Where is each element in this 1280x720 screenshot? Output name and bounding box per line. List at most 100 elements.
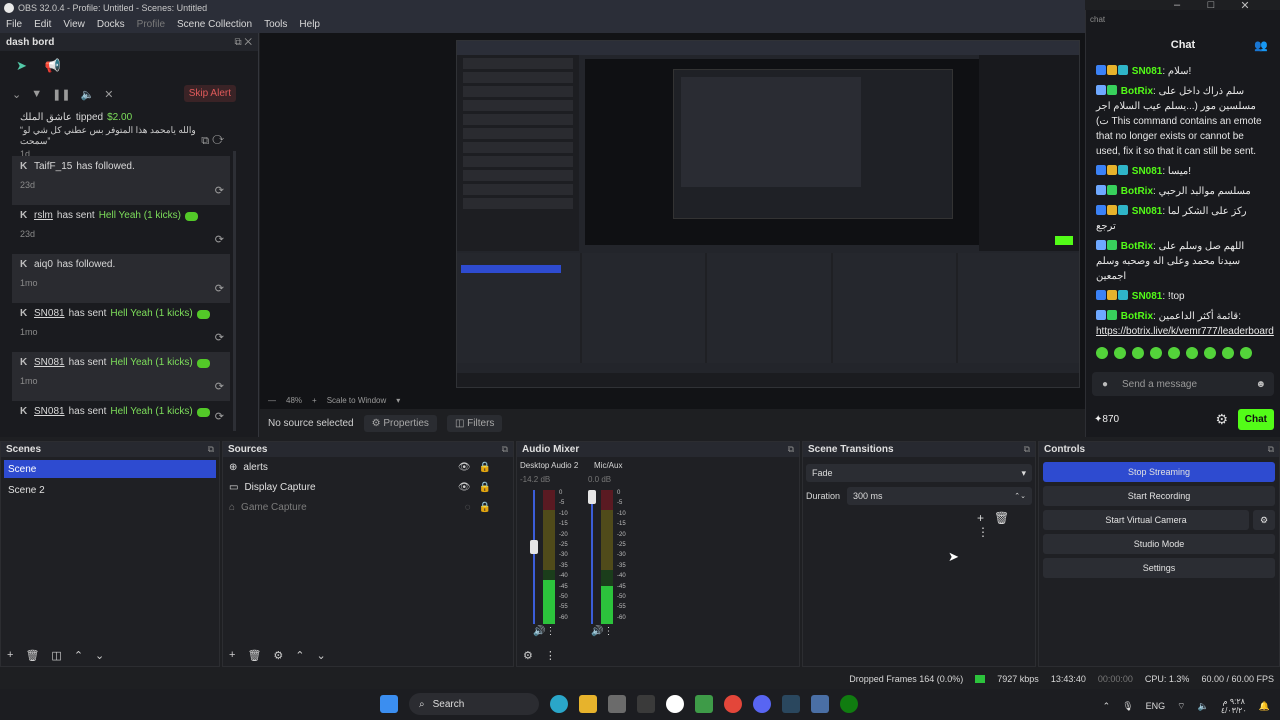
- megaphone-icon[interactable]: 📢: [45, 58, 61, 74]
- replay-icon[interactable]: ⟳: [215, 331, 224, 344]
- discord-icon[interactable]: [753, 695, 771, 713]
- speaker-icon[interactable]: 🔈: [1198, 701, 1209, 712]
- skip-alert-button[interactable]: Skip Alert: [183, 85, 236, 102]
- leaderboard-link[interactable]: https://botrix.live/k/vemr777/leaderboar…: [1096, 326, 1274, 337]
- app-icon[interactable]: [695, 695, 713, 713]
- xbox-icon[interactable]: [840, 695, 858, 713]
- scene-item[interactable]: Scene: [4, 460, 216, 478]
- menu-file[interactable]: File: [0, 19, 28, 30]
- notifications-icon[interactable]: 🔔: [1259, 701, 1270, 712]
- gear-icon[interactable]: ⚙: [1215, 411, 1228, 428]
- chat-input[interactable]: ● Send a message ☻: [1092, 372, 1274, 396]
- visibility-lock-icon[interactable]: 👁🔒: [458, 482, 499, 493]
- speaker-icon[interactable]: 🔊⋮: [591, 626, 613, 637]
- studio-mode-button[interactable]: Studio Mode: [1043, 534, 1275, 554]
- fader-knob[interactable]: [530, 540, 538, 554]
- scene-item[interactable]: Scene 2: [4, 481, 216, 499]
- edge-icon[interactable]: [550, 695, 568, 713]
- menu-docks[interactable]: Docks: [91, 19, 131, 30]
- properties-button[interactable]: ⚙ Properties: [363, 414, 437, 432]
- scale-mode[interactable]: Scale to Window: [327, 396, 387, 405]
- dock-close-icon[interactable]: ⧉ ✕: [234, 37, 252, 48]
- mixer-settings-icon[interactable]: ⚙: [523, 649, 533, 662]
- menu-edit[interactable]: Edit: [28, 19, 57, 30]
- dock-float-icon[interactable]: ⧉: [788, 444, 794, 455]
- tray-chevron-icon[interactable]: ⌃: [1103, 701, 1111, 712]
- add-icon[interactable]: +: [7, 649, 13, 661]
- filters-button[interactable]: ◫ Filters: [446, 414, 503, 432]
- dash-scrollbar[interactable]: [233, 151, 236, 431]
- gear-icon[interactable]: ⚙: [273, 649, 283, 662]
- filter-icon[interactable]: ◫: [51, 649, 61, 662]
- transition-select[interactable]: Fade ▾: [806, 464, 1032, 482]
- menu-profile[interactable]: Profile: [131, 19, 171, 30]
- start-virtual-camera-button[interactable]: Start Virtual Camera: [1043, 510, 1249, 530]
- filter-icon[interactable]: ▼: [31, 88, 42, 100]
- wifi-icon[interactable]: ⌔: [1177, 701, 1185, 712]
- down-icon[interactable]: ⌄: [95, 649, 104, 662]
- dock-float-icon[interactable]: ⧉: [1268, 444, 1274, 455]
- trash-icon[interactable]: 🗑: [25, 649, 39, 662]
- source-item[interactable]: ▭ Display Capture 👁🔒: [223, 477, 513, 497]
- users-icon[interactable]: 👥: [1254, 39, 1268, 52]
- emoji-icon[interactable]: ☻: [1255, 379, 1266, 390]
- mic-icon[interactable]: 🎙: [1122, 701, 1133, 712]
- volume-icon[interactable]: 🔈: [81, 88, 95, 101]
- virtual-camera-settings-icon[interactable]: ⚙: [1253, 510, 1275, 530]
- add-icon[interactable]: +: [229, 649, 235, 661]
- menu-scene-collection[interactable]: Scene Collection: [171, 19, 258, 30]
- steam-icon[interactable]: [782, 695, 800, 713]
- up-icon[interactable]: ⌃: [295, 649, 304, 662]
- menu-help[interactable]: Help: [293, 19, 326, 30]
- app-icon[interactable]: [637, 695, 655, 713]
- source-item[interactable]: ⌂ Game Capture ◌🔒: [223, 497, 513, 517]
- replay-icon[interactable]: ⟳: [215, 282, 224, 295]
- replay-icon[interactable]: ⧉ ⟳: [201, 135, 224, 148]
- up-icon[interactable]: ⌃: [74, 649, 83, 662]
- settings-button[interactable]: Settings: [1043, 558, 1275, 578]
- clock[interactable]: ٩:٢٨ م ٤/٠٣/٢٠: [1221, 697, 1247, 715]
- replay-icon[interactable]: ⟳: [215, 233, 224, 246]
- pause-icon[interactable]: ❚❚: [52, 88, 70, 101]
- file-explorer-icon[interactable]: [579, 695, 597, 713]
- trash-icon[interactable]: 🗑: [247, 649, 261, 662]
- start-recording-button[interactable]: Start Recording: [1043, 486, 1275, 506]
- dock-float-icon[interactable]: ⧉: [502, 444, 508, 455]
- obs-icon[interactable]: [666, 695, 684, 713]
- volume-fader[interactable]: [591, 490, 593, 624]
- zoom-in-icon[interactable]: +: [312, 396, 317, 405]
- visibility-lock-icon[interactable]: ◌🔒: [465, 502, 499, 513]
- send-icon[interactable]: ➤: [16, 58, 27, 74]
- menu-tools[interactable]: Tools: [258, 19, 293, 30]
- menu-view[interactable]: View: [57, 19, 91, 30]
- stepper-icon[interactable]: ⌃⌄: [1014, 492, 1026, 500]
- chevron-down-icon[interactable]: ⌄: [12, 88, 21, 101]
- fader-knob[interactable]: [588, 490, 596, 504]
- speaker-icon[interactable]: 🔊⋮: [533, 626, 555, 637]
- transition-actions-icon[interactable]: +🗑⋮: [977, 511, 1035, 539]
- chrome-icon[interactable]: [724, 695, 742, 713]
- more-icon[interactable]: ⋮: [545, 649, 556, 662]
- dock-float-icon[interactable]: ⧉: [208, 444, 214, 455]
- stop-streaming-button[interactable]: Stop Streaming: [1043, 462, 1275, 482]
- visibility-lock-icon[interactable]: 👁🔒: [458, 462, 499, 473]
- zoom-out-icon[interactable]: —: [268, 396, 276, 405]
- language-indicator[interactable]: ENG: [1146, 701, 1166, 711]
- settings-icon[interactable]: [811, 695, 829, 713]
- replay-icon[interactable]: ⟳: [215, 380, 224, 393]
- source-item[interactable]: ⊕ alerts 👁🔒: [223, 457, 513, 477]
- replay-icon[interactable]: ⟳: [215, 184, 224, 197]
- chevron-down-icon[interactable]: ▾: [396, 396, 400, 405]
- mute-icon[interactable]: ✕: [104, 88, 113, 101]
- taskbar-search[interactable]: ⌕ Search: [409, 693, 539, 715]
- channel-name: Desktop Audio 2: [520, 461, 579, 470]
- chat-send-button[interactable]: Chat: [1237, 408, 1274, 430]
- down-icon[interactable]: ⌄: [317, 649, 326, 662]
- replay-icon[interactable]: ⟳: [215, 410, 224, 423]
- duration-input[interactable]: 300 ms ⌃⌄: [847, 487, 1032, 505]
- store-icon[interactable]: [608, 695, 626, 713]
- dock-float-icon[interactable]: ⧉: [1024, 444, 1030, 455]
- windows-start-icon[interactable]: [380, 695, 398, 713]
- volume-fader[interactable]: [533, 490, 535, 624]
- alert-time: 1mo: [20, 327, 38, 337]
